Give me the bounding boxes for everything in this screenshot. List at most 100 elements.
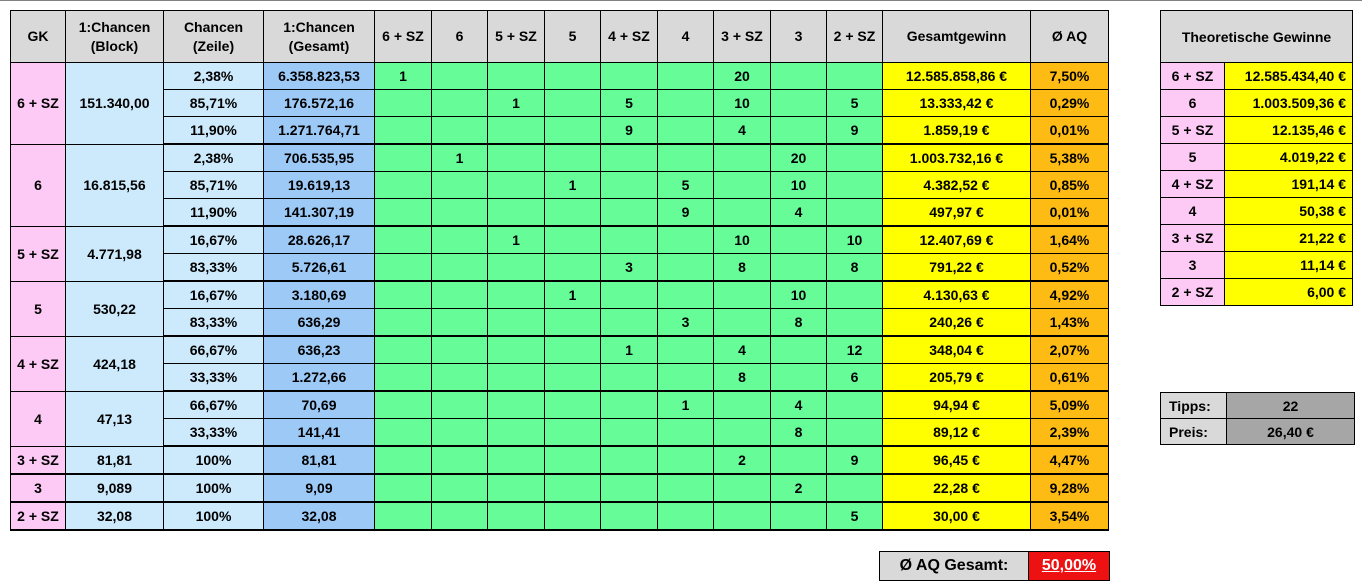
column-header: 6 xyxy=(431,10,488,63)
count-cell xyxy=(600,171,658,199)
preis-label: Preis: xyxy=(1160,418,1227,445)
block-chance-cell: 32,08 xyxy=(65,501,164,531)
count-cell: 12 xyxy=(826,335,883,364)
total-win-cell: 348,04 € xyxy=(882,335,1031,364)
count-cell: 8 xyxy=(770,308,827,337)
count-cell: 5 xyxy=(657,171,714,199)
total-chance-cell: 3.180,69 xyxy=(263,280,375,309)
count-cell xyxy=(544,308,601,337)
total-win-cell: 1.003.732,16 € xyxy=(882,143,1031,172)
block-chance-cell: 9,089 xyxy=(65,473,164,503)
column-header: 3 + SZ xyxy=(713,10,771,63)
row-chance-cell: 11,90% xyxy=(163,116,264,145)
count-cell: 9 xyxy=(657,198,714,227)
total-chance-cell: 9,09 xyxy=(263,473,375,503)
count-cell xyxy=(431,280,488,309)
count-cell xyxy=(600,390,658,419)
count-cell xyxy=(487,363,545,392)
column-header-text: 5 + SZ xyxy=(495,28,537,44)
total-chance-cell: 81,81 xyxy=(263,445,375,475)
row-chance-cell: 16,67% xyxy=(163,225,264,254)
count-cell xyxy=(487,280,545,309)
count-cell xyxy=(374,501,432,531)
aq-cell: 0,01% xyxy=(1030,116,1109,145)
aq-cell: 9,28% xyxy=(1030,473,1109,503)
total-chance-cell: 636,23 xyxy=(263,335,375,364)
table-row: 4 47,13 66,67% 70,69 1 4 94,94 €5,09% xyxy=(10,390,1109,447)
aq-cell: 4,47% xyxy=(1030,445,1109,475)
theoretical-row: 6 + SZ 12.585.434,40 € xyxy=(1160,62,1353,90)
count-cell xyxy=(657,143,714,172)
aq-cell: 3,54% xyxy=(1030,501,1109,531)
count-cell xyxy=(713,308,771,337)
aq-cell: 2,07% xyxy=(1030,335,1109,364)
count-cell xyxy=(487,445,545,475)
aq-cell: 4,92% xyxy=(1030,280,1109,309)
theoretical-value-cell: 50,38 € xyxy=(1224,197,1353,225)
theoretical-value-cell: 6,00 € xyxy=(1224,278,1353,306)
count-cell xyxy=(657,335,714,364)
total-chance-cell: 70,69 xyxy=(263,390,375,419)
count-cell: 5 xyxy=(600,89,658,117)
count-cell xyxy=(657,225,714,254)
count-cell xyxy=(374,89,432,117)
count-cell xyxy=(487,418,545,447)
row-chance-cell: 100% xyxy=(163,473,264,503)
count-cell xyxy=(374,198,432,227)
count-cell xyxy=(600,308,658,337)
count-cell xyxy=(431,308,488,337)
column-header: GK xyxy=(10,10,66,63)
count-cell xyxy=(657,418,714,447)
column-header-text: (Block) xyxy=(90,37,139,54)
count-cell xyxy=(826,143,883,172)
count-cell xyxy=(544,198,601,227)
count-cell xyxy=(600,225,658,254)
column-header: 2 + SZ xyxy=(826,10,883,63)
total-chance-cell: 6.358.823,53 xyxy=(263,62,375,90)
count-cell xyxy=(374,445,432,475)
count-cell xyxy=(487,62,545,90)
count-cell xyxy=(544,335,601,364)
count-cell xyxy=(374,225,432,254)
count-cell: 9 xyxy=(600,116,658,145)
aq-cell: 0,85% xyxy=(1030,171,1109,199)
count-cell: 8 xyxy=(770,418,827,447)
count-cell xyxy=(657,473,714,503)
count-cell xyxy=(600,62,658,90)
theoretical-row: 3 11,14 € xyxy=(1160,251,1353,279)
total-win-cell: 13.333,42 € xyxy=(882,89,1031,117)
theoretical-row: 3 + SZ 21,22 € xyxy=(1160,224,1353,252)
count-cell xyxy=(657,253,714,282)
count-cell: 10 xyxy=(713,225,771,254)
total-chance-cell: 19.619,13 xyxy=(263,171,375,199)
count-cell xyxy=(544,418,601,447)
theoretical-value-cell: 1.003.509,36 € xyxy=(1224,89,1353,117)
count-cell xyxy=(544,473,601,503)
count-cell: 2 xyxy=(713,445,771,475)
count-cell xyxy=(487,171,545,199)
total-win-cell: 94,94 € xyxy=(882,390,1031,419)
aq-cell: 1,64% xyxy=(1030,225,1109,254)
total-chance-cell: 176.572,16 xyxy=(263,89,375,117)
count-cell: 4 xyxy=(770,198,827,227)
count-cell xyxy=(826,62,883,90)
total-win-cell: 497,97 € xyxy=(882,198,1031,227)
count-cell: 1 xyxy=(657,390,714,419)
total-win-cell: 22,28 € xyxy=(882,473,1031,503)
count-cell: 9 xyxy=(826,116,883,145)
count-cell xyxy=(374,308,432,337)
count-cell xyxy=(826,308,883,337)
count-cell xyxy=(713,143,771,172)
table-row: 6 + SZ 151.340,00 2,38% 6.358.823,53 1 20 12.5… xyxy=(10,62,1109,145)
count-cell xyxy=(431,89,488,117)
theoretical-row: 4 50,38 € xyxy=(1160,197,1353,225)
gk-cell: 3 + SZ xyxy=(10,445,66,475)
count-cell xyxy=(374,363,432,392)
count-cell xyxy=(487,473,545,503)
column-header-text: (Zeile) xyxy=(192,37,235,54)
count-cell: 10 xyxy=(826,225,883,254)
table-row: 83,33% 636,29 3 8 240,26 €1,43% xyxy=(11,308,1109,337)
total-win-cell: 4.130,63 € xyxy=(882,280,1031,309)
count-cell xyxy=(374,390,432,419)
column-header-text: 3 xyxy=(794,28,803,44)
